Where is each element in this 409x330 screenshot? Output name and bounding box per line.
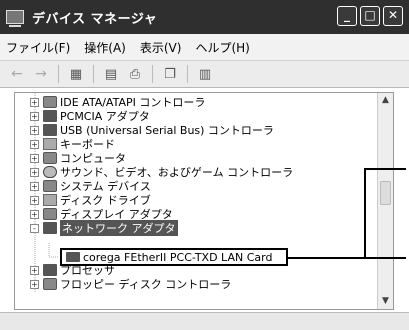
help-icon[interactable]: ❐: [161, 65, 179, 83]
menu-help[interactable]: ヘルプ(H): [195, 39, 249, 56]
tree-item-label: corega FEtherII PCC-TXD LAN Card: [83, 250, 273, 264]
expand-toggle[interactable]: +: [30, 139, 39, 149]
expand-toggle[interactable]: +: [30, 195, 39, 205]
callout-leader-line: [364, 168, 366, 258]
pcmcia-icon: [43, 110, 57, 122]
properties-icon[interactable]: ▤: [102, 65, 120, 83]
print-icon[interactable]: ⎙: [126, 65, 144, 83]
expand-toggle[interactable]: +: [30, 125, 39, 135]
tree-item-pcmcia[interactable]: + PCMCIA アダプタ: [30, 109, 150, 123]
expand-toggle[interactable]: +: [30, 97, 39, 107]
minimize-button[interactable]: _: [337, 6, 357, 26]
device-tree[interactable]: + IDE ATA/ATAPI コントローラ + PCMCIA アダプタ + U…: [14, 92, 394, 310]
collapse-toggle[interactable]: -: [30, 223, 39, 233]
toolbar-separator: [187, 65, 188, 83]
tree-item-network[interactable]: - ネットワーク アダプタ: [30, 220, 178, 236]
close-button[interactable]: ✕: [383, 6, 403, 26]
title-bar[interactable]: デバイス マネージャ _ □ ✕: [0, 0, 409, 34]
expand-toggle[interactable]: +: [30, 167, 39, 177]
expand-toggle[interactable]: +: [30, 279, 39, 289]
display-icon: [43, 208, 57, 220]
scroll-thumb[interactable]: [380, 181, 391, 205]
vertical-scrollbar[interactable]: ▲ ▼: [377, 93, 393, 309]
menu-action[interactable]: 操作(A): [84, 39, 126, 56]
disk-icon: [43, 194, 57, 206]
lan-card-icon: [66, 252, 80, 262]
scan-hardware-icon[interactable]: ▥: [196, 65, 214, 83]
toolbar: ← → ▦ ▤ ⎙ ❐ ▥: [0, 60, 409, 88]
expand-toggle[interactable]: +: [30, 265, 39, 275]
tree-item-ide[interactable]: + IDE ATA/ATAPI コントローラ: [30, 95, 205, 109]
tree-item-usb[interactable]: + USB (Universal Serial Bus) コントローラ: [30, 123, 274, 137]
tree-item-disk[interactable]: + ディスク ドライブ: [30, 193, 151, 207]
callout-leader-line: [364, 168, 406, 170]
forward-arrow-icon[interactable]: →: [32, 65, 50, 83]
processor-icon: [43, 264, 57, 276]
menu-view[interactable]: 表示(V): [140, 39, 182, 56]
tree-item-floppy[interactable]: + フロッピー ディスク コントローラ: [30, 277, 231, 291]
maximize-button[interactable]: □: [360, 6, 380, 26]
expand-toggle[interactable]: +: [30, 209, 39, 219]
callout-leader-line: [288, 257, 406, 259]
console-tree-icon[interactable]: ▦: [67, 65, 85, 83]
system-icon: [43, 180, 57, 192]
menu-file[interactable]: ファイル(F): [6, 39, 70, 56]
window-title: デバイス マネージャ: [32, 11, 158, 27]
status-bar: [0, 312, 409, 330]
tree-item-sound[interactable]: + サウンド、ビデオ、およびゲーム コントローラ: [30, 165, 293, 179]
device-manager-window: デバイス マネージャ _ □ ✕ ファイル(F) 操作(A) 表示(V) ヘルプ…: [0, 0, 409, 330]
tree-item-label: フロッピー ディスク コントローラ: [60, 278, 232, 291]
menu-bar: ファイル(F) 操作(A) 表示(V) ヘルプ(H): [0, 34, 409, 60]
keyboard-icon: [43, 138, 57, 150]
tree-item-keyboard[interactable]: + キーボード: [30, 137, 115, 151]
tree-item-system[interactable]: + システム デバイス: [30, 179, 151, 193]
window-controls: _ □ ✕: [337, 6, 403, 26]
device-manager-icon: [6, 10, 24, 27]
computer-icon: [43, 152, 57, 164]
tree-item-label: ネットワーク アダプタ: [60, 220, 178, 236]
usb-icon: [43, 124, 57, 136]
expand-toggle[interactable]: +: [30, 181, 39, 191]
toolbar-separator: [58, 65, 59, 83]
toolbar-separator: [93, 65, 94, 83]
back-arrow-icon[interactable]: ←: [8, 65, 26, 83]
scroll-down-icon[interactable]: ▼: [378, 294, 393, 309]
floppy-controller-icon: [43, 278, 57, 290]
expand-toggle[interactable]: +: [30, 111, 39, 121]
toolbar-separator: [152, 65, 153, 83]
network-icon: [43, 222, 57, 234]
tree-item-lan-card[interactable]: corega FEtherII PCC-TXD LAN Card: [60, 248, 288, 266]
expand-toggle[interactable]: +: [30, 153, 39, 163]
tree-item-display[interactable]: + ディスプレイ アダプタ: [30, 207, 173, 221]
disk-controller-icon: [43, 96, 57, 108]
sound-icon: [43, 166, 57, 178]
tree-item-computer[interactable]: + コンピュータ: [30, 151, 126, 165]
scroll-up-icon[interactable]: ▲: [378, 93, 393, 108]
